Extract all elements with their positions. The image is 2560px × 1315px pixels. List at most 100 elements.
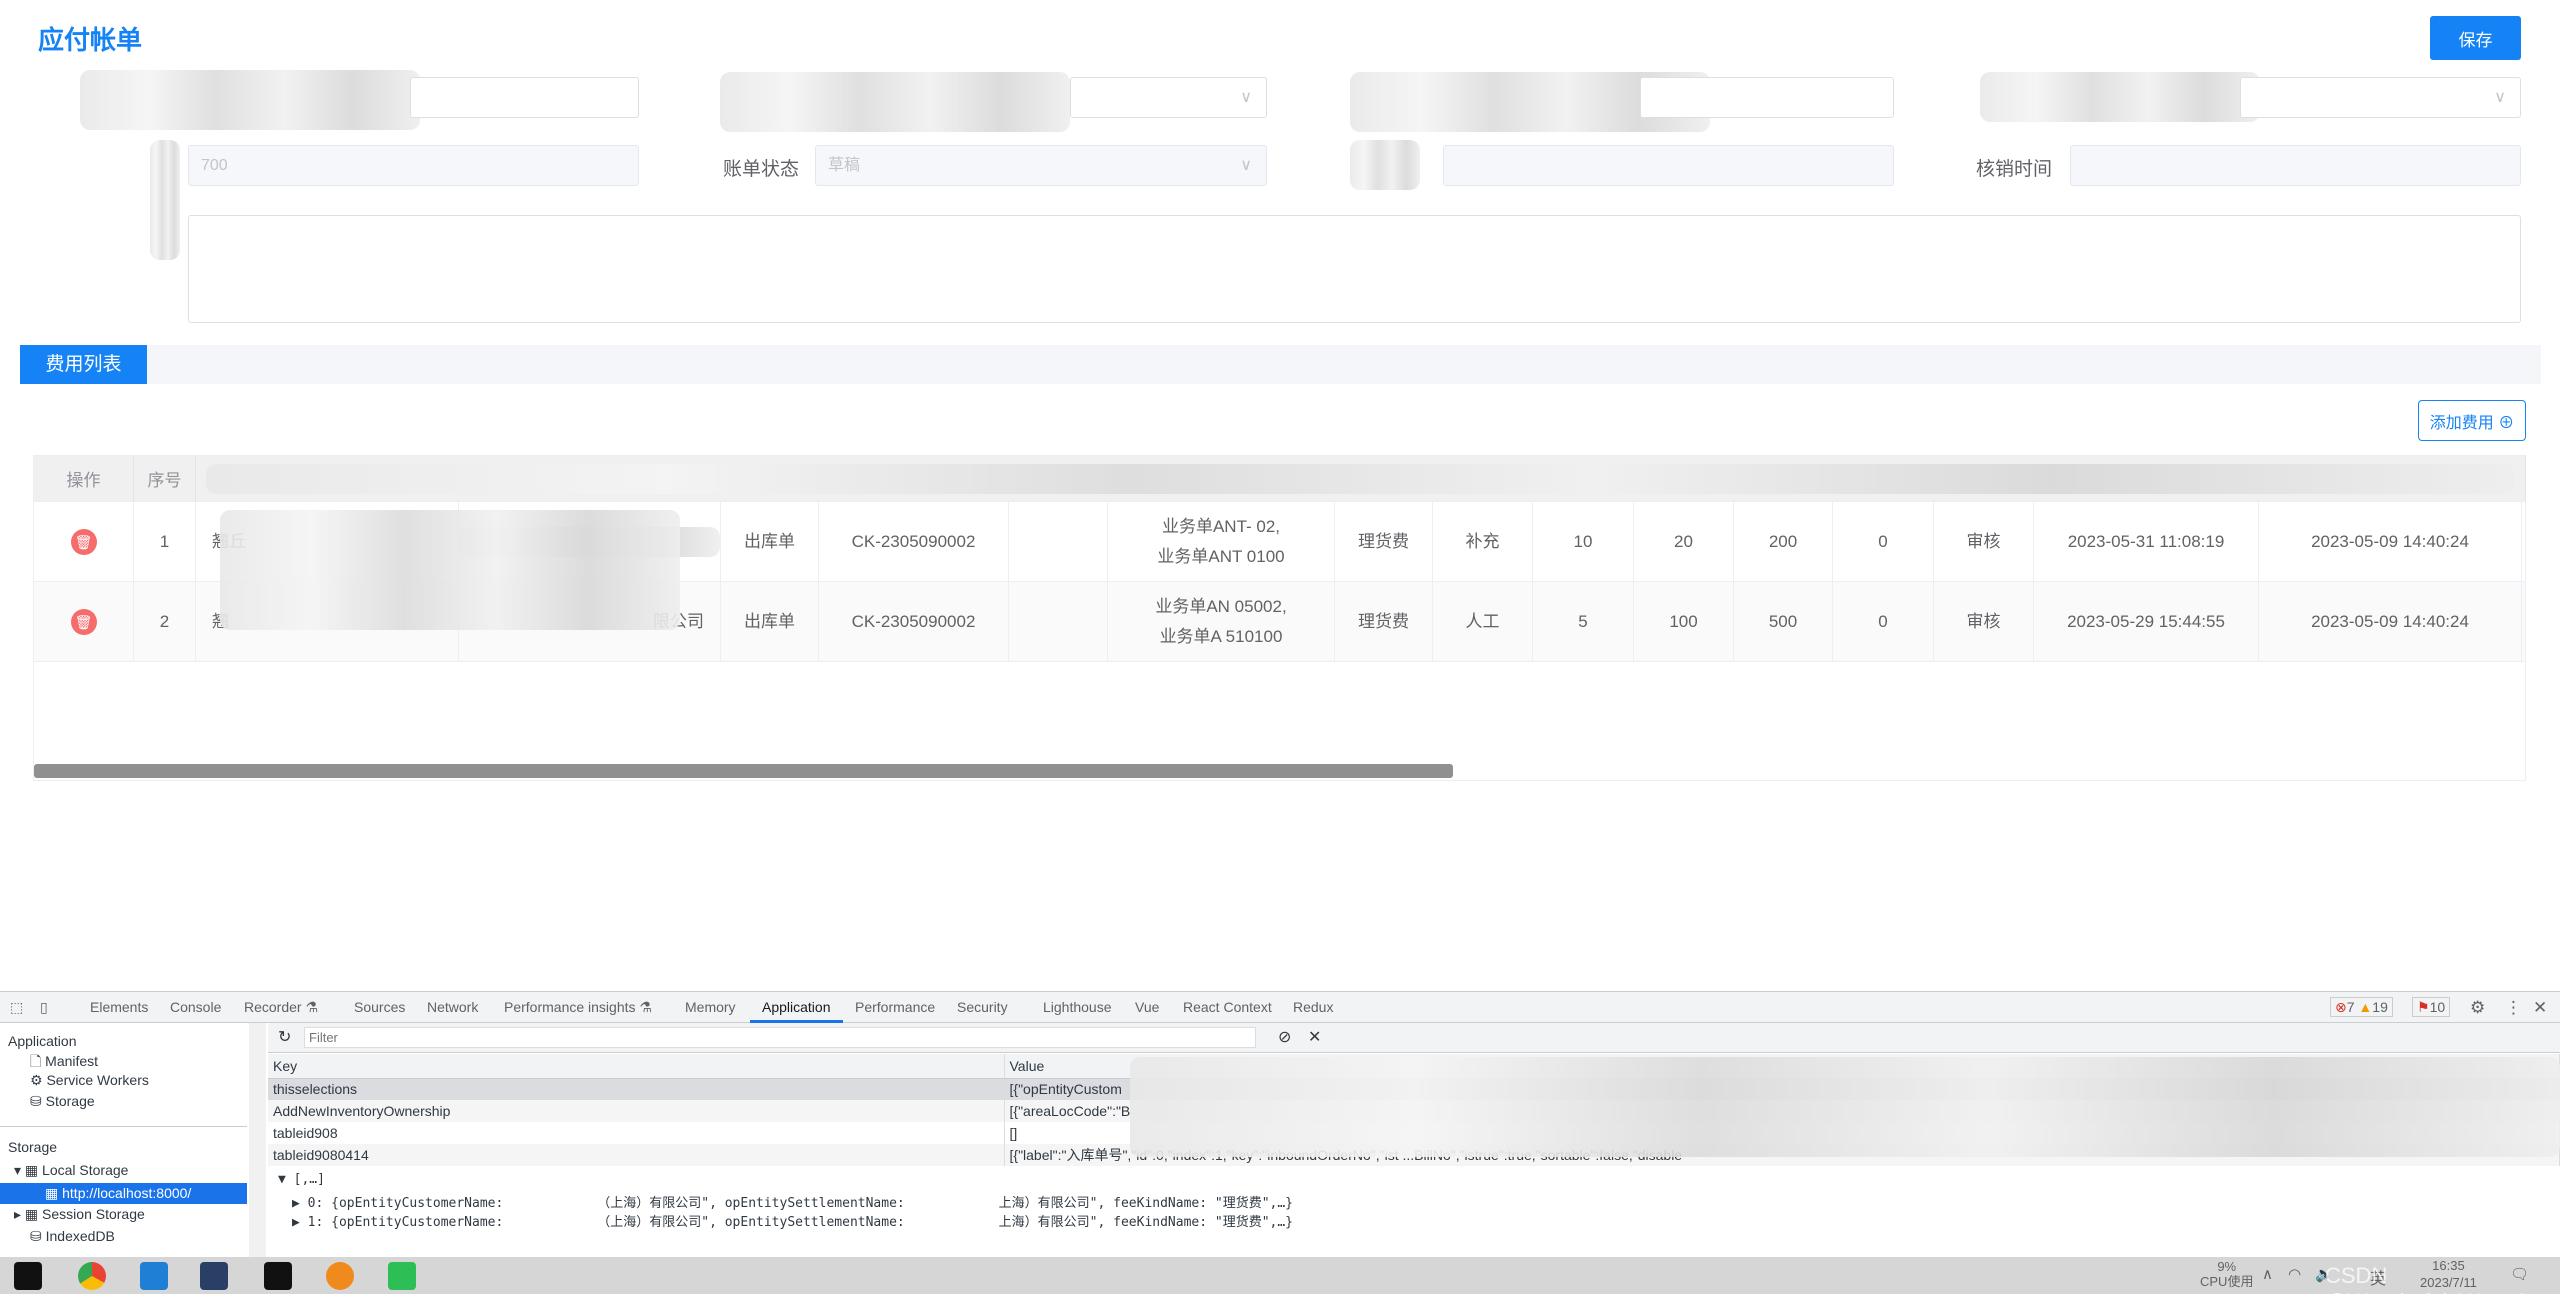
tray-chevron-icon[interactable]: ∧ bbox=[2262, 1265, 2273, 1283]
green-app-icon[interactable] bbox=[388, 1262, 416, 1290]
sidebar-scrollbar[interactable] bbox=[249, 1023, 266, 1258]
chrome-icon[interactable] bbox=[78, 1262, 106, 1290]
sidebar-item-localhost-origin[interactable]: ▦ http://localhost:8000/ bbox=[0, 1183, 247, 1204]
header-index: 序号 bbox=[133, 455, 196, 502]
preview-item[interactable]: ▶ 0: {opEntityCustomerName: （上海）有限公司", o… bbox=[292, 1192, 1293, 1211]
blurred-headers bbox=[195, 455, 2526, 502]
tab-vue[interactable]: Vue bbox=[1135, 992, 1159, 1023]
filter-input[interactable] bbox=[304, 1027, 1256, 1048]
blurred-region bbox=[220, 510, 680, 630]
form-select-1[interactable]: ∨ bbox=[1070, 77, 1267, 118]
writeoff-input bbox=[2070, 145, 2521, 186]
preview-item[interactable]: ▶ 1: {opEntityCustomerName: （上海）有限公司", o… bbox=[292, 1211, 1293, 1230]
chevron-down-icon: ∨ bbox=[1240, 157, 1252, 174]
error-count: 7 bbox=[2346, 999, 2355, 1015]
devtools-panel: ⬚ ▯ Elements Console Recorder ⚗ Sources … bbox=[0, 991, 2560, 1258]
save-button[interactable]: 保存 bbox=[2430, 16, 2521, 60]
cell-no: CK-2305090002 bbox=[818, 501, 1009, 582]
tab-application[interactable]: Application bbox=[750, 992, 843, 1023]
console-counts[interactable]: ⊗7 ▲19 bbox=[2330, 997, 2393, 1017]
tab-performance-insights[interactable]: Performance insights ⚗ bbox=[504, 992, 652, 1023]
value-preview: ▼ [,…] ▶ 0: {opEntityCustomerName: （上海）有… bbox=[268, 1160, 2560, 1258]
sidebar-item-local-storage[interactable]: ▾ ▦ Local Storage bbox=[14, 1162, 128, 1179]
cell-amount: 200 bbox=[1733, 501, 1833, 582]
delete-icon[interactable]: 🗑 bbox=[70, 608, 97, 635]
tab-recorder[interactable]: Recorder ⚗ bbox=[244, 992, 318, 1023]
sidebar-heading-application: Application bbox=[8, 1033, 77, 1049]
form-select-4[interactable]: ∨ bbox=[2240, 77, 2521, 118]
cell-time1: 2023-05-31 11:08:19 bbox=[2033, 501, 2259, 582]
cell-biz: 业务单AN 05002, 业务单A 510100 bbox=[1107, 581, 1335, 662]
issues-count[interactable]: ⚑10 bbox=[2412, 997, 2451, 1017]
form-input-7 bbox=[1443, 145, 1894, 186]
add-fee-button[interactable]: 添加费用 ⊕ bbox=[2418, 400, 2526, 441]
header-action: 操作 bbox=[33, 455, 134, 502]
vscode-icon[interactable] bbox=[140, 1262, 168, 1290]
cell-time1: 2023-05-29 15:44:55 bbox=[2033, 581, 2259, 662]
cell-price: 100 bbox=[1633, 581, 1734, 662]
form-input-1[interactable] bbox=[410, 77, 639, 118]
tab-sources[interactable]: Sources bbox=[354, 992, 405, 1023]
cell-biz: 业务单ANT- 02, 业务单ANT 0100 bbox=[1107, 501, 1335, 582]
tab-performance[interactable]: Performance bbox=[855, 992, 935, 1023]
blurred-label bbox=[1350, 140, 1420, 190]
sidebar-heading-storage: Storage bbox=[8, 1139, 58, 1155]
warning-icon: ▲ bbox=[2358, 999, 2373, 1015]
clock[interactable]: 16:35 2023/7/11 bbox=[2420, 1257, 2477, 1291]
wifi-icon[interactable]: ◠ bbox=[2288, 1265, 2301, 1283]
close-devtools-icon[interactable]: ✕ bbox=[2533, 992, 2547, 1023]
tab-elements[interactable]: Elements bbox=[90, 992, 148, 1023]
status-label: 账单状态 bbox=[723, 159, 800, 180]
tab-fee-list[interactable]: 费用列表 bbox=[20, 345, 147, 384]
tab-lighthouse[interactable]: Lighthouse bbox=[1043, 992, 1112, 1023]
cell-qty: 10 bbox=[1532, 501, 1634, 582]
issue-count: 10 bbox=[2429, 999, 2446, 1015]
taskbar: 9% CPU使用 ∧ ◠ 🔈 英 CSDN @Wonderful_Wang8 16… bbox=[0, 1257, 2560, 1314]
clear-all-icon[interactable]: ⊘ bbox=[1278, 1027, 1291, 1047]
status-select: 草稿 ∨ bbox=[815, 145, 1267, 186]
cell-zero: 0 bbox=[1832, 501, 1934, 582]
page-title: 应付帐单 bbox=[38, 25, 143, 55]
tab-memory[interactable]: Memory bbox=[685, 992, 736, 1023]
settings-gear-icon[interactable]: ⚙ bbox=[2470, 992, 2485, 1023]
cell-type: 出库单 bbox=[720, 501, 819, 582]
chevron-down-icon: ∨ bbox=[2494, 89, 2506, 106]
cell-state: 审核 bbox=[1933, 501, 2034, 582]
sidebar-item-indexeddb[interactable]: ⛁ IndexedDB bbox=[30, 1228, 115, 1245]
refresh-icon[interactable]: ↻ bbox=[278, 1027, 291, 1047]
delete-selected-icon[interactable]: ✕ bbox=[1308, 1027, 1321, 1047]
devtools-tabbar: ⬚ ▯ Elements Console Recorder ⚗ Sources … bbox=[0, 992, 2560, 1023]
tab-redux[interactable]: Redux bbox=[1293, 992, 1333, 1023]
sidebar-item-session-storage[interactable]: ▸ ▦ Session Storage bbox=[14, 1206, 145, 1223]
sidebar-item-storage[interactable]: ⛁ Storage bbox=[30, 1093, 95, 1110]
cat-app-icon[interactable] bbox=[200, 1262, 228, 1290]
tab-network[interactable]: Network bbox=[427, 992, 478, 1023]
cell-amount: 500 bbox=[1733, 581, 1833, 662]
more-options-icon[interactable]: ⋮ bbox=[2505, 992, 2522, 1023]
cell-state: 审核 bbox=[1933, 581, 2034, 662]
cell-qty: 5 bbox=[1532, 581, 1634, 662]
application-sidebar: Application 🗋 Manifest ⚙ Service Workers… bbox=[0, 1023, 247, 1258]
blurred-label bbox=[1980, 72, 2260, 122]
device-toolbar-icon[interactable]: ▯ bbox=[40, 992, 48, 1023]
status-value: 草稿 bbox=[828, 157, 861, 174]
terminal-icon[interactable] bbox=[264, 1262, 292, 1290]
windows-start-icon[interactable] bbox=[14, 1262, 42, 1290]
tab-security[interactable]: Security bbox=[957, 992, 1008, 1023]
horizontal-scrollbar[interactable] bbox=[34, 764, 1453, 778]
blurred-label bbox=[80, 70, 420, 130]
blurred-label bbox=[720, 72, 1070, 132]
remark-textarea[interactable] bbox=[188, 215, 2521, 323]
blurred-label bbox=[150, 140, 180, 260]
delete-icon[interactable]: 🗑 bbox=[70, 528, 97, 555]
issue-flag-icon: ⚑ bbox=[2417, 999, 2430, 1015]
tab-console[interactable]: Console bbox=[170, 992, 221, 1023]
form-input-3[interactable] bbox=[1640, 77, 1894, 118]
notification-icon[interactable]: 🗨 bbox=[2510, 1265, 2529, 1283]
inspect-icon[interactable]: ⬚ bbox=[10, 992, 23, 1023]
tab-react-context[interactable]: React Context bbox=[1183, 992, 1272, 1023]
blurred-region bbox=[1130, 1057, 2560, 1157]
sidebar-item-service-workers[interactable]: ⚙ Service Workers bbox=[30, 1072, 149, 1089]
preview-root[interactable]: ▼ [,…] bbox=[278, 1172, 325, 1187]
search-tool-icon[interactable] bbox=[326, 1262, 354, 1290]
